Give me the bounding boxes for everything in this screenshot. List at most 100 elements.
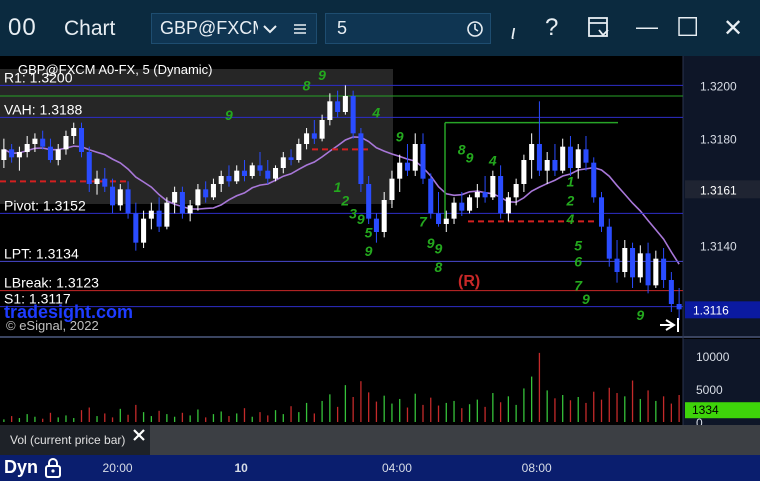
maximize-icon[interactable]: ☐ — [676, 12, 699, 43]
candle-body — [117, 189, 123, 206]
sequential-count-label: 9 — [225, 107, 233, 123]
volume-tick-label: 10000 — [696, 350, 730, 364]
candle-body — [280, 157, 286, 168]
candle-body — [653, 258, 659, 286]
minimize-icon[interactable]: — — [636, 14, 658, 40]
candle-body — [428, 178, 434, 214]
volume-tick-label: 5000 — [696, 383, 723, 397]
candle-body — [567, 146, 573, 168]
candle-body — [249, 165, 255, 176]
copyright-label: © eSignal, 2022 — [6, 318, 99, 333]
sequential-count-label: 9 — [318, 67, 326, 83]
candle-body — [598, 197, 605, 227]
candle-body — [1, 149, 7, 160]
candle-body — [412, 144, 418, 171]
close-icon[interactable] — [132, 428, 146, 442]
candle-body — [498, 176, 504, 214]
volume-study-tab[interactable]: Vol (current price bar) — [0, 425, 150, 455]
candle-body — [575, 149, 581, 168]
sequential-count-label: 9 — [582, 291, 590, 307]
candle-body — [63, 136, 69, 150]
price-tick-label: 1.3140 — [700, 239, 737, 253]
candle-body — [342, 96, 348, 112]
candle-body — [195, 189, 201, 206]
candle-body — [350, 96, 356, 134]
last-price-label: 1.3116 — [693, 303, 729, 317]
candle-body — [273, 168, 279, 179]
candle-body — [459, 202, 465, 211]
candle-body — [583, 149, 589, 163]
candle-body — [125, 189, 131, 214]
symbol-input[interactable]: GBP@FXCM — [160, 14, 258, 43]
sequential-count-label: 9 — [396, 128, 404, 144]
time-tick-label: 08:00 — [521, 461, 552, 475]
lock-icon[interactable] — [43, 457, 63, 479]
level-label: LPT: 1.3134 — [4, 245, 79, 261]
interval-input[interactable]: 5 — [337, 14, 347, 43]
volume-study-label: Vol (current price bar) — [10, 433, 126, 447]
scroll-to-end-icon[interactable] — [660, 318, 679, 332]
candle-body — [319, 120, 325, 139]
candle-body — [288, 157, 294, 160]
candle-body — [544, 160, 550, 171]
candle-body — [133, 213, 139, 243]
candle-body — [645, 253, 651, 286]
sequential-count-label: 4 — [565, 211, 574, 227]
candle-body — [148, 210, 154, 219]
dynamic-scale-label[interactable]: Dyn — [4, 457, 38, 478]
candle-body — [513, 184, 519, 198]
sequential-count-label: 7 — [419, 214, 428, 230]
candle-body — [389, 178, 395, 200]
time-axis[interactable]: Dyn 20:00 10 04:00 08:00 — [0, 455, 760, 481]
clock-icon[interactable] — [466, 20, 484, 38]
sequential-count-label: 9 — [435, 240, 443, 256]
interval-combo[interactable]: 5 — [325, 13, 491, 44]
sequential-count-label: 9 — [636, 307, 644, 323]
sequential-count-label: 9 — [365, 243, 373, 259]
candle-body — [47, 146, 53, 160]
candle-body — [420, 144, 426, 179]
candle-body — [234, 170, 240, 182]
current-price-label: 1.3161 — [700, 183, 737, 197]
app-logo-icon[interactable]: 00 — [8, 14, 37, 42]
chart-canvas[interactable]: 989 498 9 4123 95979 9812456799 1.32001.31801… — [0, 56, 760, 430]
candle-body — [637, 253, 643, 278]
candle-body — [435, 213, 442, 224]
close-icon[interactable]: ✕ — [723, 14, 743, 43]
symbol-combo[interactable]: GBP@FXCM — [151, 13, 317, 44]
window-title: Chart — [64, 17, 116, 40]
candle-body — [102, 178, 108, 187]
candle-body — [552, 160, 558, 171]
price-tick-label: 1.3200 — [700, 79, 737, 93]
chevron-down-icon[interactable] — [262, 21, 278, 37]
cursor-icon[interactable]: ι — [511, 22, 515, 45]
hamburger-menu-icon[interactable] — [292, 21, 308, 37]
symbol-label: GBP@FXCM A0-FX, 5 (Dynamic) — [18, 62, 213, 77]
level-label: LBreak: 1.3123 — [4, 275, 99, 291]
current-volume-label: 1334 — [692, 403, 719, 417]
candle-body — [9, 149, 15, 158]
candle-body — [86, 152, 92, 184]
candle-body — [467, 197, 473, 211]
candle-body — [304, 133, 310, 144]
candle-body — [311, 133, 317, 139]
candle-body — [210, 184, 216, 198]
candle-body — [265, 170, 271, 179]
sequential-count-label: 5 — [365, 224, 373, 240]
candle-body — [257, 165, 263, 171]
sequential-count-label: 6 — [574, 254, 582, 270]
candle-body — [397, 162, 403, 179]
layout-dropdown-icon[interactable] — [587, 16, 613, 42]
sequential-count-label: 8 — [303, 78, 311, 94]
sequential-count-label: 2 — [340, 192, 349, 208]
time-tick-label: 10 — [234, 461, 248, 475]
candle-body — [373, 218, 379, 232]
sequential-count-label: 8 — [435, 259, 443, 275]
price-tick-label: 1.3180 — [700, 133, 737, 147]
time-tick-label: 04:00 — [381, 461, 412, 475]
candle-body — [296, 144, 302, 160]
candle-body — [606, 226, 612, 259]
help-icon[interactable]: ? — [545, 14, 558, 42]
candle-body — [110, 186, 116, 206]
chart-area[interactable]: 98949894123959799812456799 1.3200 1.3180 1… — [0, 56, 760, 430]
